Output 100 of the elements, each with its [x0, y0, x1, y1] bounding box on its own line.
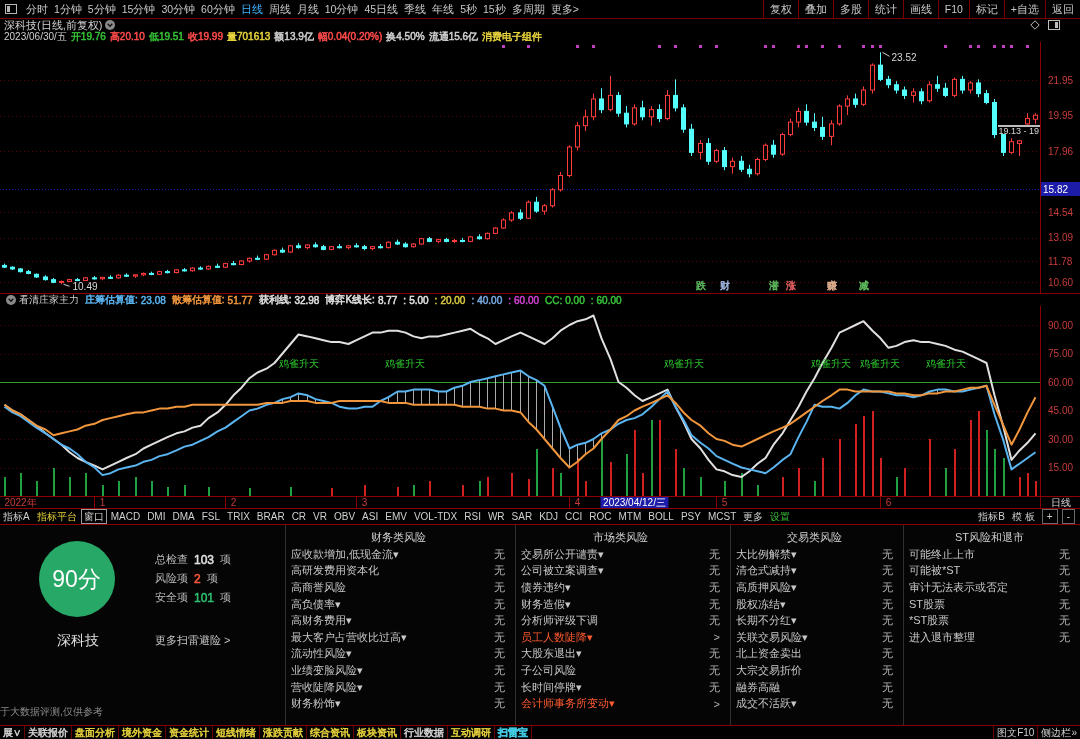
- risk-item[interactable]: 大股东退出▾: [521, 646, 582, 662]
- diamond-icon[interactable]: [1030, 20, 1040, 30]
- risk-item[interactable]: 清仓式减持▾: [736, 563, 797, 579]
- risk-item[interactable]: 公司被立案调查▾: [521, 563, 604, 579]
- risk-item[interactable]: 最大客户占营收比过高▾: [291, 629, 407, 645]
- toolbar-button[interactable]: 复权: [762, 0, 798, 18]
- risk-item[interactable]: 员工人数陡降▾: [521, 629, 593, 645]
- bottom-tab[interactable]: 短线情绪: [213, 726, 260, 739]
- indicator-tab[interactable]: 指标B: [975, 509, 1009, 524]
- risk-item[interactable]: 大宗交易折价: [736, 662, 802, 678]
- risk-item[interactable]: 长时间停牌▾: [521, 679, 582, 695]
- risk-item[interactable]: 业绩变脸风险▾: [291, 662, 363, 678]
- risk-item[interactable]: 长期不分红▾: [736, 613, 797, 629]
- indicator-tab[interactable]: 指标平台: [33, 509, 80, 524]
- risk-item[interactable]: 股权冻结▾: [736, 596, 786, 612]
- indicator-tab[interactable]: DMA: [169, 509, 198, 524]
- risk-item[interactable]: 融券高融: [736, 679, 780, 695]
- toolbar-button[interactable]: 统计: [867, 0, 903, 18]
- risk-item[interactable]: 分析师评级下调: [521, 613, 598, 629]
- indicator-tab[interactable]: BOLL: [645, 509, 677, 524]
- indicator-tab[interactable]: 指标A: [0, 509, 33, 524]
- indicator-tab[interactable]: OBV: [331, 509, 359, 524]
- toolbar-button[interactable]: 叠加: [797, 0, 833, 18]
- risk-item[interactable]: 营收陡降风险▾: [291, 679, 363, 695]
- bottom-tab[interactable]: 互动调研: [448, 726, 495, 739]
- period-tab[interactable]: 年线: [429, 0, 458, 18]
- risk-item[interactable]: 债券违约▾: [521, 580, 571, 595]
- period-tab[interactable]: 周线: [265, 0, 294, 18]
- risk-item[interactable]: 高商誉风险: [291, 580, 346, 595]
- template-button[interactable]: 模 板: [1009, 509, 1038, 524]
- risk-item[interactable]: 大比例解禁▾: [736, 546, 797, 562]
- period-tab[interactable]: 15秒: [479, 0, 509, 18]
- bottom-tab[interactable]: 涨跌贡献: [260, 726, 307, 739]
- indicator-tab[interactable]: EMV: [382, 509, 410, 524]
- bottom-tab[interactable]: 板块资讯: [354, 726, 401, 739]
- bottom-tab[interactable]: 境外资金: [119, 726, 166, 739]
- period-tab[interactable]: 5分钟: [84, 0, 119, 18]
- sidebar-toggle-icon[interactable]: [5, 4, 17, 14]
- indicator-tab[interactable]: MTM: [615, 509, 645, 524]
- indicator-tab[interactable]: 设置: [767, 509, 794, 524]
- indicator-tab[interactable]: VR: [310, 509, 330, 524]
- risk-item[interactable]: 会计师事务所变动▾: [521, 696, 615, 712]
- toolbar-button[interactable]: 返回: [1045, 0, 1080, 18]
- period-tab[interactable]: 更多>: [547, 0, 582, 18]
- indicator-tab[interactable]: WR: [484, 509, 508, 524]
- indicator-tab[interactable]: CCI: [562, 509, 586, 524]
- period-tab[interactable]: 日线: [237, 0, 266, 18]
- bottom-tab[interactable]: 展∨: [0, 726, 25, 739]
- bottom-tab[interactable]: 行业数据: [401, 726, 448, 739]
- risk-item[interactable]: 流动性风险▾: [291, 646, 352, 662]
- indicator-tab[interactable]: FSL: [198, 509, 224, 524]
- risk-item[interactable]: 交易所公开谴责▾: [521, 546, 604, 562]
- bottom-tab[interactable]: 资金统计: [166, 726, 213, 739]
- indicator-tab[interactable]: SAR: [508, 509, 536, 524]
- risk-item[interactable]: 审计无法表示或否定: [909, 580, 1008, 595]
- indicator-tab[interactable]: MACD: [107, 509, 144, 524]
- bottom-tab[interactable]: 关联报价: [25, 726, 72, 739]
- risk-item[interactable]: 进入退市整理: [909, 629, 975, 645]
- period-tab[interactable]: 分时: [23, 0, 51, 18]
- period-tab[interactable]: 45日线: [361, 0, 402, 18]
- period-tab[interactable]: 月线: [293, 0, 322, 18]
- period-tab[interactable]: 10分钟: [321, 0, 362, 18]
- risk-item[interactable]: 子公司风险: [521, 662, 576, 678]
- risk-item[interactable]: 财务粉饰▾: [291, 696, 341, 712]
- chevron-circle-icon[interactable]: [6, 295, 16, 305]
- indicator-tab[interactable]: CR: [288, 509, 310, 524]
- bottom-tab[interactable]: 侧边栏»: [1037, 726, 1080, 739]
- indicator-tab[interactable]: PSY: [677, 509, 704, 524]
- indicator-tab[interactable]: ASI: [359, 509, 382, 524]
- toolbar-button[interactable]: 标记: [968, 0, 1004, 18]
- risk-item[interactable]: 可能被*ST: [909, 563, 961, 579]
- period-tab[interactable]: 季线: [401, 0, 430, 18]
- panel-icon[interactable]: [1048, 20, 1060, 30]
- toolbar-button[interactable]: +自选: [1003, 0, 1045, 18]
- risk-item[interactable]: 高质押风险▾: [736, 580, 797, 595]
- indicator-tab[interactable]: 窗口: [80, 509, 107, 524]
- indicator-tab[interactable]: BRAR: [253, 509, 288, 524]
- risk-item[interactable]: ST股票: [909, 596, 946, 612]
- toolbar-button[interactable]: 多股: [832, 0, 868, 18]
- remove-button[interactable]: -: [1061, 509, 1075, 524]
- risk-item[interactable]: 北上资金卖出: [736, 646, 802, 662]
- toolbar-button[interactable]: F10: [937, 0, 969, 18]
- indicator-tab[interactable]: MCST: [704, 509, 740, 524]
- risk-item[interactable]: 成交不活跃▾: [736, 696, 797, 712]
- risk-item[interactable]: 高财务费用▾: [291, 613, 352, 629]
- period-tab[interactable]: 多周期: [508, 0, 548, 18]
- period-tab[interactable]: 5秒: [457, 0, 480, 18]
- add-button[interactable]: +: [1041, 509, 1058, 524]
- risk-item[interactable]: 高研发费用资本化: [291, 563, 379, 579]
- period-tab[interactable]: 60分钟: [198, 0, 238, 18]
- period-tab[interactable]: 15分钟: [118, 0, 159, 18]
- indicator-tab[interactable]: 更多: [740, 509, 767, 524]
- indicator-tab[interactable]: DMI: [144, 509, 169, 524]
- period-tab[interactable]: 1分钟: [51, 0, 85, 18]
- chevron-circle-icon[interactable]: [105, 20, 116, 30]
- more-scan-link[interactable]: 更多扫雷避险 >: [155, 633, 232, 648]
- bottom-tab[interactable]: 综合资讯: [307, 726, 354, 739]
- bottom-tab[interactable]: 盘面分析: [72, 726, 119, 739]
- risk-item[interactable]: 财务造假▾: [521, 596, 571, 612]
- indicator-tab[interactable]: RSI: [461, 509, 484, 524]
